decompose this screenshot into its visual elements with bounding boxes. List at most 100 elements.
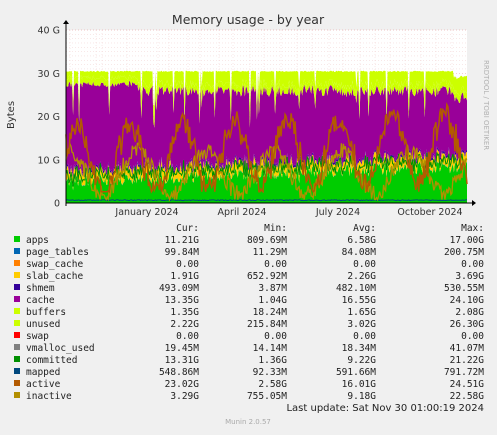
legend-swatch-swap-cache bbox=[14, 260, 20, 266]
legend-name: inactive bbox=[26, 391, 72, 402]
legend-value-min: 18.24M bbox=[253, 307, 288, 318]
y-tick-label: 20 G bbox=[38, 112, 60, 123]
legend-header: Min: bbox=[264, 223, 287, 234]
legend-value-avg: 9.22G bbox=[347, 355, 376, 366]
legend-name: committed bbox=[26, 355, 77, 366]
legend-value-avg: 18.34M bbox=[342, 343, 377, 354]
chart-svg: Memory usage - by year Bytes RRDTOOL / T… bbox=[0, 0, 497, 431]
legend-value-min: 0.00 bbox=[264, 259, 287, 270]
legend-value-cur: 13.31G bbox=[165, 355, 200, 366]
legend-value-cur: 19.45M bbox=[165, 343, 200, 354]
x-tick-label: October 2024 bbox=[397, 207, 462, 218]
legend-swatch-active bbox=[14, 380, 20, 386]
legend-value-min: 0.00 bbox=[264, 331, 287, 342]
legend-value-max: 21.22G bbox=[450, 355, 485, 366]
legend-value-min: 1.04G bbox=[258, 295, 287, 306]
legend-value-max: 24.10G bbox=[450, 295, 485, 306]
legend-name: vmalloc_used bbox=[26, 343, 95, 354]
legend-value-max: 0.00 bbox=[461, 331, 484, 342]
legend-value-avg: 3.02G bbox=[347, 319, 376, 330]
legend-swatch-buffers bbox=[14, 308, 20, 314]
legend-value-min: 809.69M bbox=[247, 235, 287, 246]
legend-swatch-slab-cache bbox=[14, 272, 20, 278]
legend-name: slab_cache bbox=[26, 271, 83, 282]
legend-value-cur: 548.86M bbox=[159, 367, 199, 378]
rrdtool-watermark: RRDTOOL / TOBI OETIKER bbox=[482, 60, 490, 150]
legend-value-min: 652.92M bbox=[247, 271, 287, 282]
legend-swatch-vmalloc-used bbox=[14, 344, 20, 350]
legend-swatch-committed bbox=[14, 356, 20, 362]
legend-name: swap bbox=[26, 331, 49, 342]
legend-value-avg: 6.58G bbox=[347, 235, 376, 246]
legend-name: active bbox=[26, 379, 61, 390]
legend-value-avg: 0.00 bbox=[353, 331, 376, 342]
legend-name: unused bbox=[26, 319, 60, 330]
legend-value-cur: 3.29G bbox=[170, 391, 199, 402]
legend-value-avg: 591.66M bbox=[336, 367, 376, 378]
legend-value-avg: 84.08M bbox=[342, 247, 377, 258]
chart-title: Memory usage - by year bbox=[172, 12, 325, 27]
x-tick-label: July 2024 bbox=[315, 207, 360, 218]
legend-value-cur: 11.21G bbox=[165, 235, 200, 246]
legend-value-max: 530.55M bbox=[444, 283, 484, 294]
legend-value-max: 26.30G bbox=[450, 319, 485, 330]
y-tick-label: 40 G bbox=[38, 26, 60, 37]
x-tick-label: January 2024 bbox=[114, 207, 178, 218]
legend-value-min: 14.14M bbox=[253, 343, 288, 354]
legend-value-min: 92.33M bbox=[253, 367, 288, 378]
legend-value-min: 215.84M bbox=[247, 319, 287, 330]
legend-value-cur: 0.00 bbox=[176, 259, 199, 270]
legend-name: page_tables bbox=[26, 247, 89, 258]
munin-version: Munin 2.0.57 bbox=[225, 418, 271, 426]
legend-swatch-page-tables bbox=[14, 248, 20, 254]
y-tick-label: 30 G bbox=[38, 69, 60, 80]
legend-value-min: 1.36G bbox=[258, 355, 287, 366]
legend-value-min: 755.05M bbox=[247, 391, 287, 402]
legend-value-avg: 0.00 bbox=[353, 259, 376, 270]
legend-value-max: 17.00G bbox=[450, 235, 485, 246]
legend-value-cur: 2.22G bbox=[170, 319, 199, 330]
y-axis-label: Bytes bbox=[6, 101, 17, 129]
legend-swatch-unused bbox=[14, 320, 20, 326]
legend-name: shmem bbox=[26, 283, 55, 294]
legend-value-cur: 13.35G bbox=[165, 295, 200, 306]
legend-value-avg: 9.18G bbox=[347, 391, 376, 402]
last-update: Last update: Sat Nov 30 01:00:19 2024 bbox=[286, 403, 484, 414]
legend-value-avg: 16.01G bbox=[342, 379, 377, 390]
legend-value-max: 2.08G bbox=[455, 307, 484, 318]
legend-swatch-inactive bbox=[14, 392, 20, 398]
legend-value-avg: 16.55G bbox=[342, 295, 377, 306]
line-mapped bbox=[65, 199, 468, 202]
legend-name: buffers bbox=[26, 307, 66, 318]
legend-value-min: 2.58G bbox=[258, 379, 287, 390]
legend-value-cur: 99.84M bbox=[165, 247, 200, 258]
legend-value-cur: 23.02G bbox=[165, 379, 200, 390]
legend-swatch-mapped bbox=[14, 368, 20, 374]
legend-value-avg: 1.65G bbox=[347, 307, 376, 318]
legend-value-max: 3.69G bbox=[455, 271, 484, 282]
legend-value-min: 11.29M bbox=[253, 247, 288, 258]
legend-value-max: 0.00 bbox=[461, 259, 484, 270]
legend-name: apps bbox=[26, 235, 49, 246]
legend-header: Cur: bbox=[176, 223, 199, 234]
legend-value-min: 3.87M bbox=[258, 283, 287, 294]
y-tick-label: 10 G bbox=[38, 155, 60, 166]
legend-swatch-shmem bbox=[14, 284, 20, 290]
y-tick-label: 0 bbox=[54, 199, 60, 210]
legend-value-avg: 482.10M bbox=[336, 283, 376, 294]
legend-header: Max: bbox=[461, 223, 484, 234]
legend-value-cur: 493.09M bbox=[159, 283, 199, 294]
legend-name: swap_cache bbox=[26, 259, 83, 270]
memory-usage-graph: Memory usage - by year Bytes RRDTOOL / T… bbox=[0, 0, 497, 431]
legend-header: Avg: bbox=[353, 223, 376, 234]
x-tick-label: April 2024 bbox=[218, 207, 267, 218]
legend-value-max: 791.72M bbox=[444, 367, 484, 378]
legend-value-max: 200.75M bbox=[444, 247, 484, 258]
legend-swatch-cache bbox=[14, 296, 20, 302]
legend-value-avg: 2.26G bbox=[347, 271, 376, 282]
legend-swatch-swap bbox=[14, 332, 20, 338]
legend-swatch-apps bbox=[14, 236, 20, 242]
legend-value-max: 41.07M bbox=[450, 343, 485, 354]
legend-value-cur: 1.91G bbox=[170, 271, 199, 282]
legend-value-cur: 0.00 bbox=[176, 331, 199, 342]
